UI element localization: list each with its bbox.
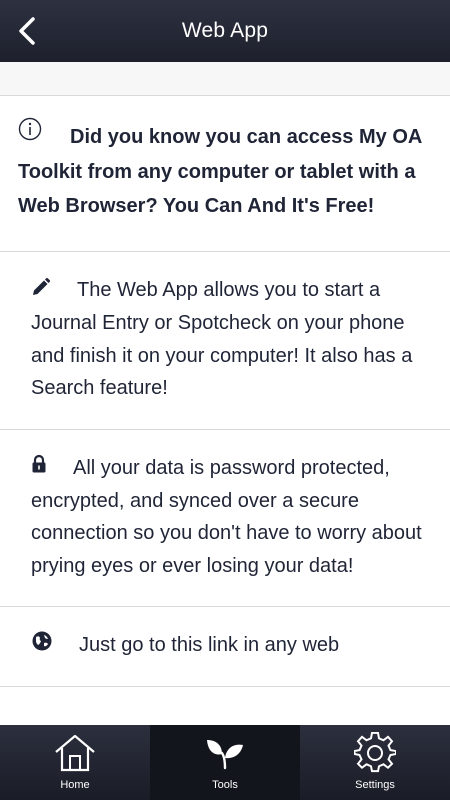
tab-settings-label: Settings (355, 779, 395, 791)
tab-tools-label: Tools (212, 779, 238, 791)
info-card-text: Did you know you can access My OA Toolki… (18, 126, 422, 218)
info-card: Did you know you can access My OA Toolki… (0, 96, 450, 253)
chevron-left-icon (19, 17, 35, 45)
feature-card-sync-text: The Web App allows you to start a Journa… (31, 279, 413, 400)
tab-home[interactable]: Home (0, 725, 150, 800)
feature-card-security: All your data is password protected, enc… (0, 430, 450, 608)
gear-icon (354, 731, 396, 775)
home-icon (53, 731, 97, 775)
feature-card-link: Just go to this link in any web (0, 607, 450, 688)
bottom-tab-bar: Home Tools Settings (0, 725, 450, 800)
tab-home-label: Home (60, 779, 90, 791)
info-circle-icon (18, 117, 42, 152)
sprout-icon (205, 731, 245, 775)
lock-icon (31, 452, 47, 485)
globe-icon (31, 630, 53, 663)
pencil-icon (31, 275, 51, 308)
header-bar: Web App (0, 0, 450, 62)
content-scroll-area[interactable]: Did you know you can access My OA Toolki… (0, 62, 450, 725)
feature-card-link-text: Just go to this link in any web (79, 634, 340, 657)
feature-card-security-text: All your data is password protected, enc… (31, 456, 422, 577)
tab-tools[interactable]: Tools (150, 725, 300, 800)
back-button[interactable] (10, 14, 44, 48)
page-title: Web App (181, 19, 269, 42)
tab-settings[interactable]: Settings (300, 725, 450, 800)
feature-card-sync: The Web App allows you to start a Journa… (0, 252, 450, 430)
top-spacer (0, 62, 450, 96)
